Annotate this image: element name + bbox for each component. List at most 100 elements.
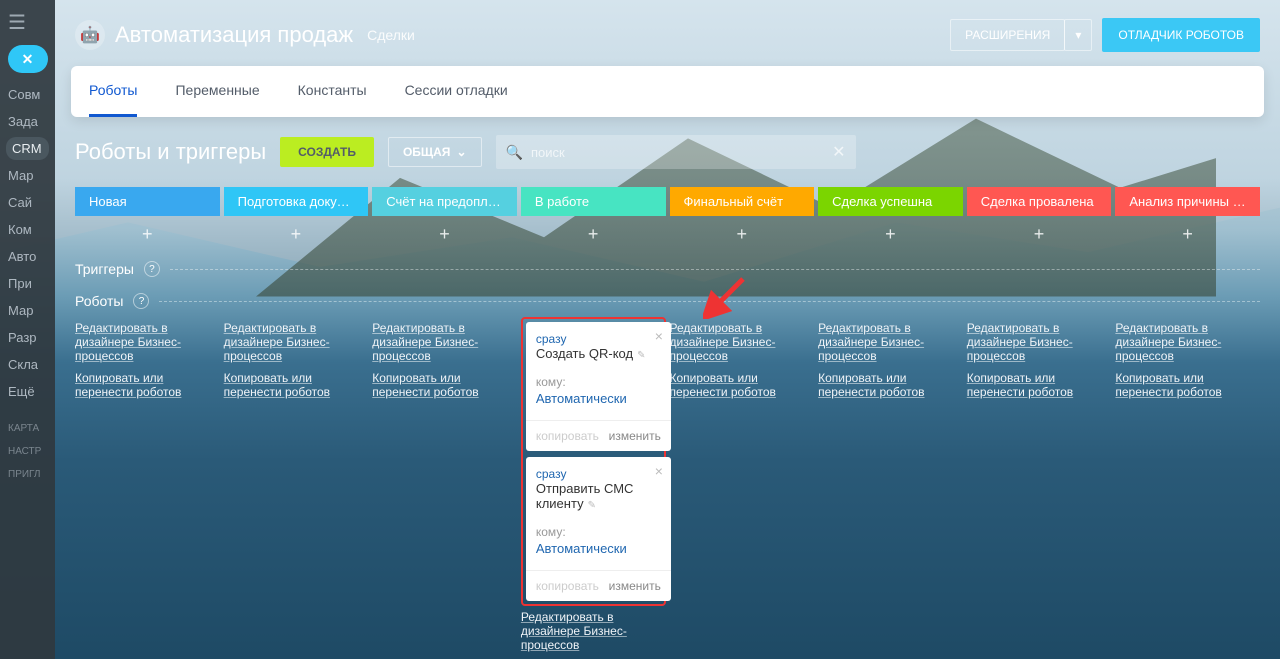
search-icon: 🔍 xyxy=(506,144,523,161)
stage-add-button[interactable]: + xyxy=(967,216,1112,253)
stage-header[interactable]: Подготовка документов xyxy=(224,187,369,216)
robot-column: Редактировать в дизайнере Бизнес-процесс… xyxy=(967,317,1112,656)
edit-bp-link[interactable]: Редактировать в дизайнере Бизнес-процесс… xyxy=(224,317,369,367)
stages-row: НоваяПодготовка документовСчёт на предоп… xyxy=(55,187,1280,216)
extensions-button[interactable]: РАСШИРЕНИЯ xyxy=(950,19,1065,51)
arrow-annotation xyxy=(703,275,747,319)
copy-robots-link[interactable]: Копировать или перенести роботов xyxy=(75,367,220,403)
tabs: Роботы Переменные Константы Сессии отладки xyxy=(71,66,1264,117)
stage-add-button[interactable]: + xyxy=(75,216,220,253)
copy-robots-link[interactable]: Копировать или перенести роботов xyxy=(1115,367,1260,403)
sidebar-item[interactable]: CRM xyxy=(6,137,49,160)
sidebar-item[interactable]: Сай xyxy=(0,189,55,216)
card-when: сразу xyxy=(536,467,661,481)
search-box[interactable]: 🔍 ✕ xyxy=(496,135,856,169)
robot-column: Редактировать в дизайнере Бизнес-процесс… xyxy=(818,317,963,656)
chevron-down-icon: ⌄ xyxy=(456,145,466,159)
edit-bp-link[interactable]: Редактировать в дизайнере Бизнес-процесс… xyxy=(967,317,1112,367)
hamburger-icon[interactable]: ☰ xyxy=(0,0,55,45)
edit-bp-link[interactable]: Редактировать в дизайнере Бизнес-процесс… xyxy=(521,606,666,656)
stage-header[interactable]: Финальный счёт xyxy=(670,187,815,216)
robots-columns: Редактировать в дизайнере Бизнес-процесс… xyxy=(55,317,1280,656)
pencil-icon[interactable]: ✎ xyxy=(637,350,645,361)
card-copy[interactable]: копировать xyxy=(536,579,599,593)
copy-robots-link[interactable]: Копировать или перенести роботов xyxy=(372,367,517,403)
close-icon[interactable]: × xyxy=(655,463,663,479)
robot-card[interactable]: ×сразуОтправить СМС клиенту✎ кому: Автомат… xyxy=(526,457,671,601)
copy-robots-link[interactable]: Копировать или перенести роботов xyxy=(967,367,1112,403)
stage-add-button[interactable]: + xyxy=(521,216,666,253)
page-title: Автоматизация продаж xyxy=(115,22,353,48)
card-recipient: Автоматически xyxy=(536,541,661,556)
tab[interactable]: Переменные xyxy=(175,66,259,117)
search-input[interactable] xyxy=(531,145,832,160)
robot-icon: 🤖 xyxy=(75,20,105,50)
robot-card[interactable]: ×сразуСоздать QR-код✎кому:Автоматическик… xyxy=(526,322,671,451)
card-recipient: Автоматически xyxy=(536,391,661,406)
stage-header[interactable]: Счёт на предоплату xyxy=(372,187,517,216)
sidebar-item[interactable]: Мар xyxy=(0,162,55,189)
robot-column: Редактировать в дизайнере Бизнес-процесс… xyxy=(224,317,369,656)
toolbar: Роботы и триггеры СОЗДАТЬ ОБЩАЯ⌄ 🔍 ✕ xyxy=(55,117,1280,187)
edit-bp-link[interactable]: Редактировать в дизайнере Бизнес-процесс… xyxy=(670,317,815,367)
create-button[interactable]: СОЗДАТЬ xyxy=(280,137,374,167)
clear-search-icon[interactable]: ✕ xyxy=(832,142,845,162)
sidebar-item[interactable]: Совм xyxy=(0,81,55,108)
common-dropdown[interactable]: ОБЩАЯ⌄ xyxy=(388,137,482,167)
tab[interactable]: Роботы xyxy=(89,66,137,117)
copy-robots-link[interactable]: Копировать или перенести роботов xyxy=(818,367,963,403)
card-whom-label: кому: xyxy=(536,525,661,539)
stage-header[interactable]: В работе xyxy=(521,187,666,216)
tab[interactable]: Сессии отладки xyxy=(405,66,508,117)
copy-robots-link[interactable]: Копировать или перенести роботов xyxy=(224,367,369,403)
sidebar-item[interactable]: Мар xyxy=(0,297,55,324)
info-icon[interactable]: ? xyxy=(133,293,149,309)
stage-header[interactable]: Сделка успешна xyxy=(818,187,963,216)
edit-bp-link[interactable]: Редактировать в дизайнере Бизнес-процесс… xyxy=(372,317,517,367)
stage-add-button[interactable]: + xyxy=(1115,216,1260,253)
stage-header[interactable]: Новая xyxy=(75,187,220,216)
sidebar-item[interactable]: Ком xyxy=(0,216,55,243)
sidebar-footer-item[interactable]: КАРТА xyxy=(0,417,55,440)
sidebar-item[interactable]: Зада xyxy=(0,108,55,135)
info-icon[interactable]: ? xyxy=(144,261,160,277)
sidebar-item[interactable]: Разр xyxy=(0,324,55,351)
edit-bp-link[interactable]: Редактировать в дизайнере Бизнес-процесс… xyxy=(818,317,963,367)
stage-add-button[interactable]: + xyxy=(818,216,963,253)
copy-robots-link[interactable]: Копировать или перенести роботов xyxy=(670,367,815,403)
close-button[interactable]: ✕ xyxy=(8,45,48,73)
card-whom-label: кому: xyxy=(536,375,661,389)
debugger-button[interactable]: ОТЛАДЧИК РОБОТОВ xyxy=(1102,18,1260,52)
sidebar-item[interactable]: При xyxy=(0,270,55,297)
sidebar-footer-item[interactable]: НАСТР xyxy=(0,440,55,463)
card-edit[interactable]: изменить xyxy=(609,429,661,443)
card-title: Отправить СМС клиенту✎ xyxy=(536,481,661,511)
sidebar-footer-item[interactable]: ПРИГЛ xyxy=(0,463,55,486)
stage-add-button[interactable]: + xyxy=(670,216,815,253)
edit-bp-link[interactable]: Редактировать в дизайнере Бизнес-процесс… xyxy=(1115,317,1260,367)
header: 🤖 Автоматизация продаж Сделки РАСШИРЕНИЯ… xyxy=(55,0,1280,66)
triggers-section-header: Триггеры ? xyxy=(55,253,1280,285)
sidebar-item[interactable]: Ещё xyxy=(0,378,55,405)
edit-bp-link[interactable]: Редактировать в дизайнере Бизнес-процесс… xyxy=(75,317,220,367)
tab[interactable]: Константы xyxy=(298,66,367,117)
stage-header[interactable]: Анализ причины пр... xyxy=(1115,187,1260,216)
sidebar-item[interactable]: Авто xyxy=(0,243,55,270)
robots-section-header: Роботы ? xyxy=(55,285,1280,317)
robot-column: Редактировать в дизайнере Бизнес-процесс… xyxy=(75,317,220,656)
robot-column: ×сразуСоздать QR-код✎кому:Автоматическик… xyxy=(521,317,666,656)
pencil-icon[interactable]: ✎ xyxy=(588,500,596,511)
sidebar: ☰ ✕ СовмЗадаCRMМарСайКомАвтоПриМарРазрСк… xyxy=(0,0,55,659)
stage-header[interactable]: Сделка провалена xyxy=(967,187,1112,216)
card-edit[interactable]: изменить xyxy=(609,579,661,593)
robot-column: Редактировать в дизайнере Бизнес-процесс… xyxy=(372,317,517,656)
funnel-link[interactable]: Сделки xyxy=(367,27,415,43)
sidebar-item[interactable]: Скла xyxy=(0,351,55,378)
stage-add-button[interactable]: + xyxy=(372,216,517,253)
stage-add-button[interactable]: + xyxy=(224,216,369,253)
card-copy[interactable]: копировать xyxy=(536,429,599,443)
close-icon[interactable]: × xyxy=(655,328,663,344)
extensions-dropdown[interactable]: ▾ xyxy=(1064,19,1092,51)
robot-column: Редактировать в дизайнере Бизнес-процесс… xyxy=(1115,317,1260,656)
card-title: Создать QR-код✎ xyxy=(536,346,661,361)
